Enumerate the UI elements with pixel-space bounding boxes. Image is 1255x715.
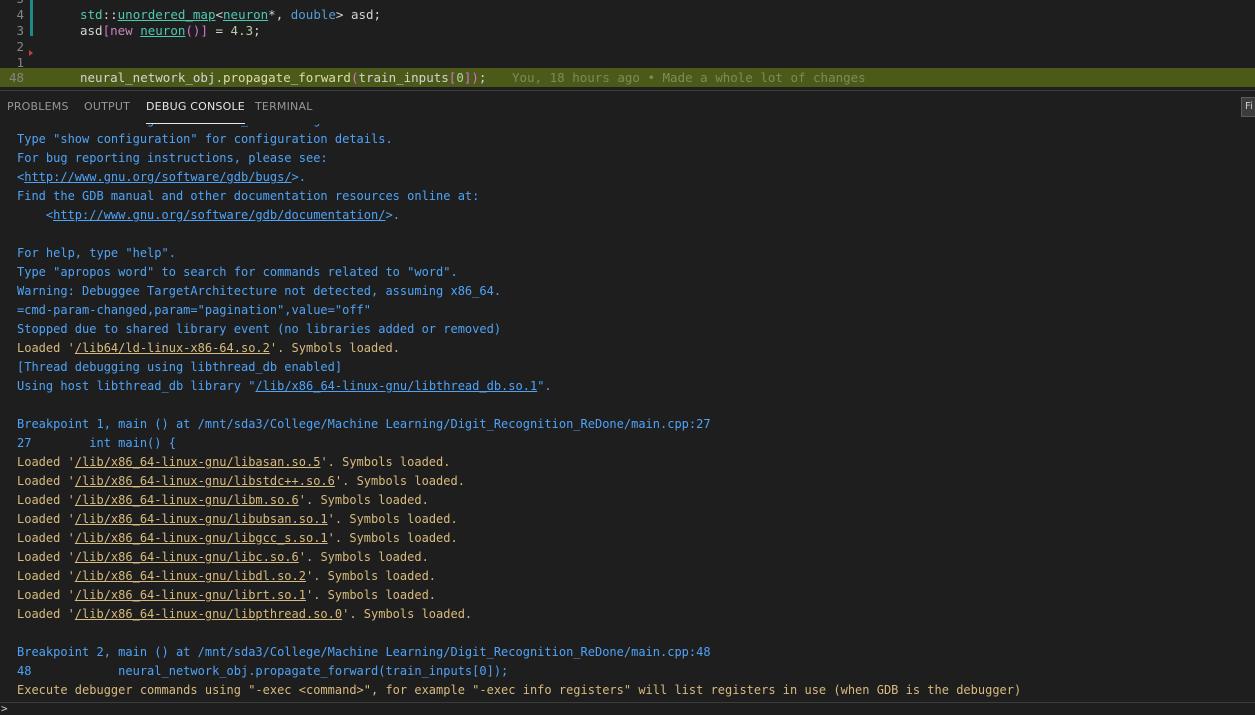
console-link[interactable]: /lib/x86_64-linux-gnu/libdl.so.2: [75, 569, 306, 583]
console-link[interactable]: /lib/x86_64-linux-gnu/librt.so.1: [75, 588, 306, 602]
console-line: Execute debugger commands using "-exec <…: [17, 683, 1022, 697]
console-link[interactable]: /lib/x86_64-linux-gnu/libgcc_s.so.1: [75, 531, 328, 545]
console-line: Loaded '/lib/x86_64-linux-gnu/libgcc_s.s…: [17, 531, 458, 545]
tab-debug-console[interactable]: DEBUG CONSOLE: [146, 91, 245, 124]
tab-problems[interactable]: PROBLEMS: [7, 91, 69, 124]
console-line: Warning: Debuggee TargetArchitecture not…: [17, 284, 502, 298]
git-blame-annotation: You, 18 hours ago • Made a whole lot of …: [512, 70, 866, 85]
console-line: Loaded '/lib/x86_64-linux-gnu/libdl.so.2…: [17, 569, 437, 583]
console-line: 27 int main() {: [17, 436, 176, 450]
console-line: Loaded '/lib/x86_64-linux-gnu/libc.so.6'…: [17, 550, 429, 564]
console-line: For help, type "help".: [17, 246, 176, 260]
console-line: Type "apropos word" to search for comman…: [17, 265, 458, 279]
line-number: 48: [8, 70, 24, 85]
tab-output[interactable]: OUTPUT: [84, 91, 130, 124]
console-link[interactable]: /lib/x86_64-linux-gnu/libc.so.6: [75, 550, 299, 564]
console-link[interactable]: http://www.gnu.org/software/gdb/bugs/: [24, 170, 291, 184]
console-line: Loaded '/lib/x86_64-linux-gnu/libubsan.s…: [17, 512, 458, 526]
console-line: Breakpoint 2, main () at /mnt/sda3/Colle…: [17, 645, 711, 659]
debug-console-output[interactable]: This GDB was configured as "x86_64-linux…: [0, 124, 1255, 702]
panel-tab-bar: PROBLEMS OUTPUT DEBUG CONSOLE TERMINAL: [0, 90, 1255, 124]
console-line: Loaded '/lib64/ld-linux-x86-64.so.2'. Sy…: [17, 341, 400, 355]
console-line: For bug reporting instructions, please s…: [17, 151, 328, 165]
console-link[interactable]: /lib64/ld-linux-x86-64.so.2: [75, 341, 270, 355]
console-line: Loaded '/lib/x86_64-linux-gnu/libasan.so…: [17, 455, 451, 469]
console-line: Find the GDB manual and other documentat…: [17, 189, 480, 203]
current-line[interactable]: 48 neural_network_obj.propagate_forward(t…: [0, 68, 1255, 87]
console-link[interactable]: /lib/x86_64-linux-gnu/libstdc++.so.6: [75, 474, 335, 488]
console-line: Type "show configuration" for configurat…: [17, 132, 393, 146]
console-line: 48 neural_network_obj.propagate_forward(…: [17, 664, 509, 678]
console-link[interactable]: /lib/x86_64-linux-gnu/libubsan.so.1: [75, 512, 328, 526]
code-editor[interactable]: 54std::unordered_map<neuron*, double> as…: [0, 0, 1255, 90]
console-line: <http://www.gnu.org/software/gdb/bugs/>.: [17, 170, 306, 184]
console-link[interactable]: /lib/x86_64-linux-gnu/libpthread.so.0: [75, 607, 342, 621]
tab-terminal[interactable]: TERMINAL: [255, 91, 313, 124]
console-line: <http://www.gnu.org/software/gdb/documen…: [17, 208, 400, 222]
console-line: [Thread debugging using libthread_db ena…: [17, 360, 343, 374]
console-link[interactable]: http://www.gnu.org/software/gdb/document…: [53, 208, 385, 222]
console-line: Loaded '/lib/x86_64-linux-gnu/libpthread…: [17, 607, 473, 621]
console-line: Breakpoint 1, main () at /mnt/sda3/Colle…: [17, 417, 711, 431]
console-line: Loaded '/lib/x86_64-linux-gnu/libstdc++.…: [17, 474, 465, 488]
console-filter-input[interactable]: Fi: [1241, 97, 1255, 117]
console-link[interactable]: /lib/x86_64-linux-gnu/libm.so.6: [75, 493, 299, 507]
console-line: Using host libthread_db library "/lib/x8…: [17, 379, 552, 393]
console-line: =cmd-param-changed,param="pagination",va…: [17, 303, 372, 317]
code-text: neural_network_obj.propagate_forward(tra…: [80, 70, 487, 85]
console-line: Stopped due to shared library event (no …: [17, 322, 502, 336]
console-link[interactable]: /lib/x86_64-linux-gnu/libasan.so.5: [75, 455, 321, 469]
console-link[interactable]: /lib/x86_64-linux-gnu/libthread_db.so.1: [255, 379, 537, 393]
console-line: Loaded '/lib/x86_64-linux-gnu/librt.so.1…: [17, 588, 437, 602]
prompt-chevron-icon: >: [1, 702, 8, 715]
console-line: Loaded '/lib/x86_64-linux-gnu/libm.so.6'…: [17, 493, 429, 507]
debug-console-input[interactable]: >: [0, 702, 1255, 714]
